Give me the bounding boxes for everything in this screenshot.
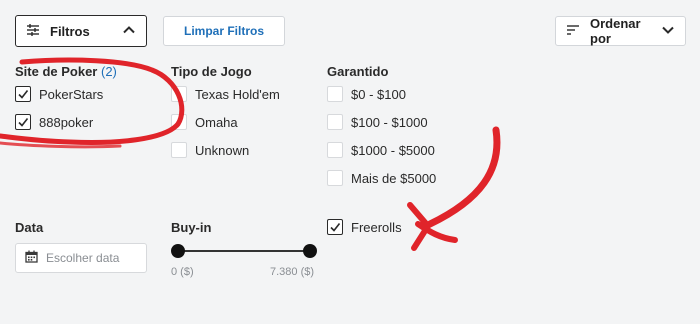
option-1000-5000[interactable]: $1000 - $5000 xyxy=(327,142,435,158)
arrowhead-annotation xyxy=(407,202,458,251)
date-picker-input[interactable]: Escolher data xyxy=(15,243,147,273)
sort-label: Ordenar por xyxy=(590,16,641,46)
option-0-100[interactable]: $0 - $100 xyxy=(327,86,406,102)
checkmark-icon xyxy=(18,118,29,127)
sort-icon xyxy=(566,24,580,39)
checkbox[interactable] xyxy=(327,114,343,130)
option-freerolls[interactable]: Freerolls xyxy=(327,219,402,235)
option-label: Freerolls xyxy=(351,219,402,235)
option-texas-holdem[interactable]: Texas Hold'em xyxy=(171,86,280,102)
arrow-annotation xyxy=(426,126,501,228)
game-type-filter-title: Tipo de Jogo xyxy=(171,64,252,79)
option-label: $0 - $100 xyxy=(351,86,406,102)
sort-button[interactable]: Ordenar por xyxy=(555,16,686,46)
clear-filters-button[interactable]: Limpar Filtros xyxy=(163,16,285,46)
checkbox-checked[interactable] xyxy=(327,219,343,235)
checkbox[interactable] xyxy=(327,170,343,186)
checkbox[interactable] xyxy=(171,142,187,158)
filters-button[interactable]: Filtros xyxy=(15,15,147,47)
checkmark-icon xyxy=(330,223,341,232)
checkbox[interactable] xyxy=(327,86,343,102)
option-label: $100 - $1000 xyxy=(351,114,428,130)
checkmark-icon xyxy=(18,90,29,99)
date-filter-title: Data xyxy=(15,220,44,235)
option-unknown[interactable]: Unknown xyxy=(171,142,249,158)
chevron-down-icon xyxy=(661,23,675,40)
checkbox[interactable] xyxy=(171,86,187,102)
option-label: Unknown xyxy=(195,142,250,158)
date-placeholder: Escolher data xyxy=(46,251,120,265)
buyin-min-label: 0 ($) xyxy=(171,266,194,278)
buyin-slider-track[interactable] xyxy=(178,250,310,252)
sliders-icon xyxy=(26,23,40,40)
checkbox[interactable] xyxy=(171,114,187,130)
option-label: Texas Hold'em xyxy=(195,86,280,102)
site-filter-title-text: Site de Poker xyxy=(15,64,98,79)
buyin-min-handle[interactable] xyxy=(171,244,185,258)
site-filter-title: Site de Poker (2) xyxy=(15,64,117,79)
option-omaha[interactable]: Omaha xyxy=(171,114,238,130)
option-over-5000[interactable]: Mais de $5000 xyxy=(327,170,436,186)
buyin-filter-title: Buy-in xyxy=(171,220,212,235)
buyin-max-label: 7.380 ($) xyxy=(270,266,315,278)
option-label: 888poker xyxy=(39,114,94,130)
option-label: Omaha xyxy=(195,114,238,130)
option-label: $1000 - $5000 xyxy=(351,142,435,158)
buyin-max-handle[interactable] xyxy=(303,244,317,258)
option-888poker[interactable]: 888poker xyxy=(15,114,93,130)
checkbox-checked[interactable] xyxy=(15,114,31,130)
chevron-up-icon xyxy=(122,23,136,40)
checkbox[interactable] xyxy=(327,142,343,158)
option-label: Mais de $5000 xyxy=(351,170,437,186)
site-filter-count: (2) xyxy=(101,64,117,79)
option-label: PokerStars xyxy=(39,86,104,102)
annotation-overlay xyxy=(0,57,501,251)
checkbox-checked[interactable] xyxy=(15,86,31,102)
circle-annotation-tail xyxy=(0,141,122,149)
option-pokerstars[interactable]: PokerStars xyxy=(15,86,103,102)
filters-label: Filtros xyxy=(50,23,90,39)
option-100-1000[interactable]: $100 - $1000 xyxy=(327,114,428,130)
calendar-icon xyxy=(25,250,38,266)
guaranteed-filter-title: Garantido xyxy=(327,64,389,79)
